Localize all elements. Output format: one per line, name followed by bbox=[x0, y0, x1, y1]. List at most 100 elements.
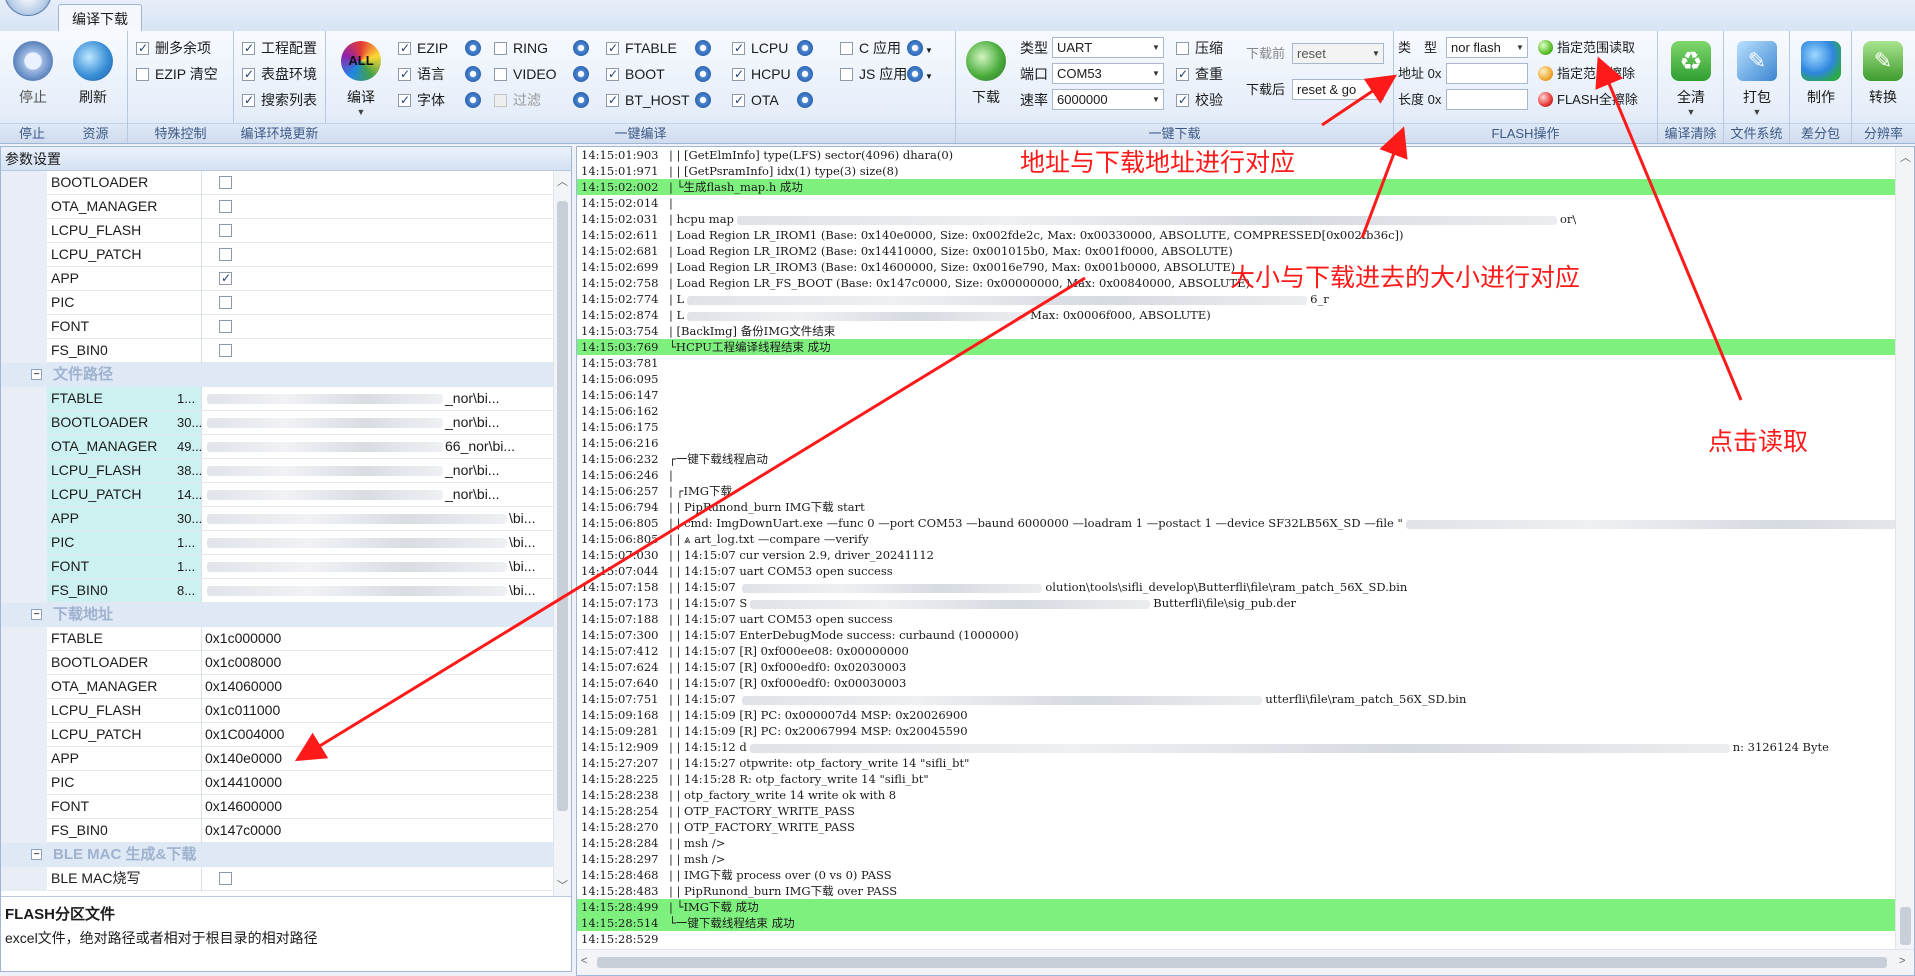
scroll-right-icon[interactable]: > bbox=[1899, 955, 1905, 967]
checkbox-watchface-env[interactable]: 表盘环境 bbox=[242, 63, 317, 85]
gear-icon[interactable] bbox=[907, 66, 923, 82]
checkbox-language[interactable]: 语言 bbox=[398, 63, 481, 85]
checkbox-video[interactable]: VIDEO bbox=[494, 63, 589, 85]
property-value[interactable] bbox=[205, 267, 549, 290]
chevron-down-icon[interactable]: ▼ bbox=[925, 46, 933, 55]
property-row[interactable]: LCPU_PATCH bbox=[1, 243, 553, 267]
download-button[interactable]: 下载 bbox=[960, 35, 1012, 121]
property-row[interactable]: FS_BIN0 bbox=[1, 339, 553, 363]
property-row[interactable]: PIC 0x14410000 bbox=[1, 771, 553, 795]
property-value[interactable] bbox=[205, 219, 549, 242]
full-erase-button[interactable]: FLASH全擦除 bbox=[1538, 89, 1638, 111]
gear-icon[interactable] bbox=[695, 92, 711, 108]
property-row[interactable]: PIC \bi... 1... bbox=[1, 531, 553, 555]
checkbox-box[interactable] bbox=[606, 94, 619, 107]
gear-icon[interactable] bbox=[573, 40, 589, 56]
property-row[interactable]: APP 0x140e0000 bbox=[1, 747, 553, 771]
property-value[interactable] bbox=[205, 867, 549, 890]
checkbox-c-app[interactable]: C 应用 ▼ bbox=[840, 37, 933, 59]
category-ble-mac[interactable]: − BLE MAC 生成&下载 bbox=[1, 843, 553, 867]
property-row[interactable]: OTA_MANAGER bbox=[1, 195, 553, 219]
property-grid-scrollbar[interactable]: ︿ ﹀ bbox=[553, 171, 571, 896]
clear-all-button[interactable]: ♻ 全清 ▼ bbox=[1662, 35, 1720, 121]
property-value[interactable]: 0x1C004000 bbox=[205, 723, 549, 746]
gear-icon[interactable] bbox=[695, 66, 711, 82]
checkbox-box[interactable] bbox=[219, 176, 232, 189]
port-select[interactable]: COM53 ▼ bbox=[1052, 63, 1164, 84]
range-erase-button[interactable]: 指定范围擦除 bbox=[1538, 63, 1635, 85]
checkbox-boot[interactable]: BOOT bbox=[606, 63, 711, 85]
checkbox-box[interactable] bbox=[136, 68, 149, 81]
checkbox-compress[interactable]: 压缩 bbox=[1176, 37, 1223, 59]
chevron-down-icon[interactable]: ▼ bbox=[925, 72, 933, 81]
log-horizontal-scrollbar[interactable]: < > bbox=[577, 949, 1914, 975]
checkbox-box[interactable] bbox=[219, 872, 232, 885]
convert-button[interactable]: ✎ 转换 bbox=[1854, 35, 1912, 121]
checkbox-box[interactable] bbox=[606, 42, 619, 55]
property-value[interactable]: 0x14060000 bbox=[205, 675, 549, 698]
checkbox-box[interactable] bbox=[606, 68, 619, 81]
tab-compile-download[interactable]: 编译下载 bbox=[58, 4, 142, 33]
property-value[interactable]: _nor\bi... bbox=[205, 459, 549, 482]
pack-button[interactable]: ✎ 打包 ▼ bbox=[1728, 35, 1786, 121]
property-row[interactable]: LCPU_PATCH 0x1C004000 bbox=[1, 723, 553, 747]
checkbox-box[interactable] bbox=[398, 42, 411, 55]
property-value[interactable] bbox=[205, 339, 549, 362]
checkbox-box[interactable] bbox=[732, 94, 745, 107]
property-row[interactable]: OTA_MANAGER 66_nor\bi... 49... bbox=[1, 435, 553, 459]
checkbox-box[interactable] bbox=[242, 42, 255, 55]
checkbox-ring[interactable]: RING bbox=[494, 37, 589, 59]
checkbox-box[interactable] bbox=[840, 42, 853, 55]
checkbox-project-config[interactable]: 工程配置 bbox=[242, 37, 317, 59]
flash-addr-input[interactable] bbox=[1446, 63, 1528, 84]
collapse-icon[interactable]: − bbox=[31, 849, 42, 860]
checkbox-box[interactable] bbox=[219, 296, 232, 309]
checkbox-filter[interactable]: 过滤 bbox=[494, 89, 589, 111]
checkbox-box[interactable] bbox=[219, 248, 232, 261]
property-value[interactable]: \bi... bbox=[205, 531, 549, 554]
gear-icon[interactable] bbox=[797, 92, 813, 108]
compile-all-button[interactable]: ALL 编译 ▼ bbox=[330, 35, 392, 121]
property-value[interactable]: 0x1c011000 bbox=[205, 699, 549, 722]
property-value[interactable] bbox=[205, 171, 549, 194]
collapse-icon[interactable]: − bbox=[31, 609, 42, 620]
gear-icon[interactable] bbox=[465, 66, 481, 82]
checkbox-box[interactable] bbox=[494, 42, 507, 55]
property-value[interactable]: _nor\bi... bbox=[205, 483, 549, 506]
gear-icon[interactable] bbox=[797, 40, 813, 56]
checkbox-font[interactable]: 字体 bbox=[398, 89, 481, 111]
property-row[interactable]: LCPU_FLASH bbox=[1, 219, 553, 243]
property-value[interactable]: \bi... bbox=[205, 555, 549, 578]
gear-icon[interactable] bbox=[573, 66, 589, 82]
checkbox-ezip-clear[interactable]: EZIP 清空 bbox=[136, 63, 218, 85]
checkbox-box[interactable] bbox=[242, 68, 255, 81]
gear-icon[interactable] bbox=[907, 40, 923, 56]
flash-len-input[interactable] bbox=[1446, 89, 1528, 110]
checkbox-ftable[interactable]: FTABLE bbox=[606, 37, 711, 59]
property-value[interactable]: 0x140e0000 bbox=[205, 747, 549, 770]
property-value[interactable] bbox=[205, 195, 549, 218]
property-row[interactable]: BLE MAC烧写 bbox=[1, 867, 553, 891]
property-value[interactable] bbox=[205, 291, 549, 314]
property-row[interactable]: FONT 0x14600000 bbox=[1, 795, 553, 819]
property-row[interactable]: LCPU_PATCH _nor\bi... 14... bbox=[1, 483, 553, 507]
property-row[interactable]: APP \bi... 30... bbox=[1, 507, 553, 531]
range-read-button[interactable]: 指定范围读取 bbox=[1538, 37, 1635, 59]
checkbox-box[interactable] bbox=[732, 42, 745, 55]
property-row[interactable]: APP bbox=[1, 267, 553, 291]
property-value[interactable]: 0x14410000 bbox=[205, 771, 549, 794]
before-download-select[interactable]: reset ▼ bbox=[1292, 43, 1384, 64]
property-row[interactable]: FTABLE 0x1c000000 bbox=[1, 627, 553, 651]
property-value[interactable]: _nor\bi... bbox=[205, 411, 549, 434]
scroll-up-icon[interactable]: ︿ bbox=[557, 173, 568, 189]
rate-select[interactable]: 6000000 ▼ bbox=[1052, 89, 1164, 110]
property-value[interactable]: 0x14600000 bbox=[205, 795, 549, 818]
category-file-paths[interactable]: − 文件路径 bbox=[1, 363, 553, 387]
property-value[interactable] bbox=[205, 243, 549, 266]
log-vertical-scrollbar[interactable]: ︿ bbox=[1895, 147, 1914, 949]
type-select[interactable]: UART ▼ bbox=[1052, 37, 1164, 58]
property-row[interactable]: LCPU_FLASH 0x1c011000 bbox=[1, 699, 553, 723]
checkbox-box[interactable] bbox=[494, 68, 507, 81]
property-row[interactable]: FONT bbox=[1, 315, 553, 339]
make-diff-button[interactable]: 制作 bbox=[1792, 35, 1850, 121]
